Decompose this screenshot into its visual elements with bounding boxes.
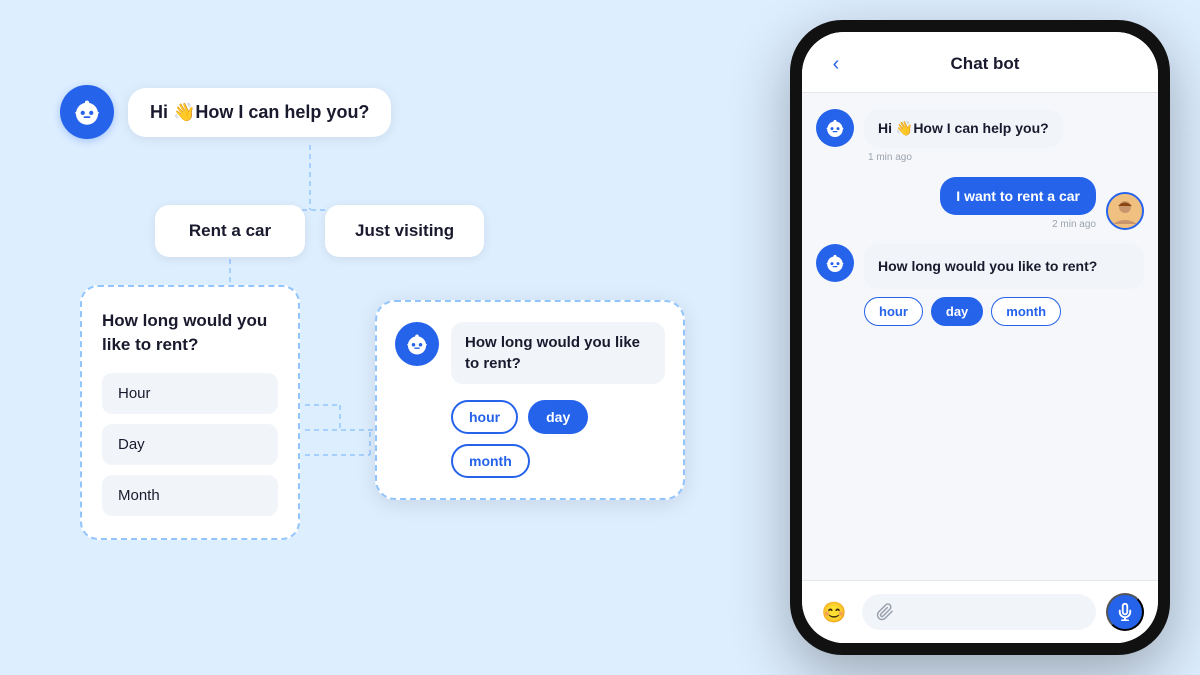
chat-day-btn[interactable]: day xyxy=(931,297,983,326)
chat-messages-area: Hi 👋How I can help you? 1 min ago I want… xyxy=(802,93,1158,580)
phone-outer-shell: ‹ Chat bot xyxy=(790,20,1170,655)
day-label: Day xyxy=(118,436,145,453)
phone-input-bar: 😊 xyxy=(802,580,1158,643)
bot-avatar-chat-1 xyxy=(816,109,854,147)
preview-bot-icon xyxy=(403,330,431,358)
options-row: Rent a car Just visiting xyxy=(155,205,484,257)
bot-question-bubble: How long would you like to rent? xyxy=(864,244,1144,289)
just-visiting-label: Just visiting xyxy=(355,221,454,240)
duration-month[interactable]: Month xyxy=(102,475,278,516)
user-msg-time-1: 2 min ago xyxy=(940,219,1096,230)
preview-hour-label: hour xyxy=(469,409,500,425)
greeting-bubble: Hi 👋How I can help you? xyxy=(128,88,391,137)
preview-day-btn[interactable]: day xyxy=(528,400,588,434)
duration-day[interactable]: Day xyxy=(102,424,278,465)
chat-preview-card: How long would you like to rent? hour da… xyxy=(375,300,685,500)
bot-msg-content-2: How long would you like to rent? hour da… xyxy=(864,244,1144,326)
chat-day-label: day xyxy=(946,304,968,319)
rent-a-car-option[interactable]: Rent a car xyxy=(155,205,305,257)
bot-avatar-chat-2 xyxy=(816,244,854,282)
bot-avatar-large xyxy=(60,85,114,139)
user-rent-bubble: I want to rent a car xyxy=(940,177,1096,215)
chat-duration-options: hour day month xyxy=(864,297,1144,326)
bot-msg-time-1: 1 min ago xyxy=(864,152,1144,163)
greeting-section: Hi 👋How I can help you? xyxy=(60,85,391,139)
flow-diagram: Hi 👋How I can help you? Rent a car Just … xyxy=(0,0,640,675)
bot-message-2: How long would you like to rent? hour da… xyxy=(816,244,1144,326)
back-arrow: ‹ xyxy=(833,53,840,76)
bot-message-1: Hi 👋How I can help you? 1 min ago xyxy=(816,109,1144,163)
chat-month-label: month xyxy=(1006,304,1046,319)
mic-button[interactable] xyxy=(1106,593,1144,631)
emoji-icon: 😊 xyxy=(822,600,847,625)
bot-msg-content-1: Hi 👋How I can help you? 1 min ago xyxy=(864,109,1144,163)
message-input-area[interactable] xyxy=(862,594,1096,630)
bot-icon xyxy=(70,95,104,129)
phone-header: ‹ Chat bot xyxy=(802,32,1158,93)
phone-screen: ‹ Chat bot xyxy=(802,32,1158,643)
rent-car-label: Rent a car xyxy=(189,221,271,240)
hour-label: Hour xyxy=(118,385,151,402)
user-rent-text: I want to rent a car xyxy=(956,188,1080,204)
preview-bot-question: How long would you like to rent? xyxy=(451,322,665,384)
user-avatar-image xyxy=(1108,194,1142,228)
microphone-icon xyxy=(1116,603,1134,621)
phone-title: Chat bot xyxy=(860,54,1110,74)
user-msg-content-1: I want to rent a car 2 min ago xyxy=(940,177,1096,230)
user-message-1: I want to rent a car 2 min ago xyxy=(816,177,1144,230)
preview-duration-buttons: hour day month xyxy=(451,400,665,478)
phone-mockup: ‹ Chat bot xyxy=(790,20,1170,655)
clip-icon xyxy=(876,603,894,621)
chat-month-btn[interactable]: month xyxy=(991,297,1061,326)
preview-bot-avatar xyxy=(395,322,439,366)
bot-greeting-bubble: Hi 👋How I can help you? xyxy=(864,109,1063,148)
preview-month-label: month xyxy=(469,453,512,469)
bot-chat-icon-1 xyxy=(823,116,847,140)
bot-question-text: How long would you like to rent? xyxy=(878,258,1097,274)
chat-hour-label: hour xyxy=(879,304,908,319)
bot-greeting-text: Hi 👋How I can help you? xyxy=(878,120,1049,136)
preview-day-label: day xyxy=(546,409,570,425)
paperclip-icon xyxy=(876,603,894,621)
how-long-title: How long would you like to rent? xyxy=(102,309,278,357)
duration-hour[interactable]: Hour xyxy=(102,373,278,414)
preview-bot-row: How long would you like to rent? xyxy=(395,322,665,384)
how-long-box: How long would you like to rent? Hour Da… xyxy=(80,285,300,540)
back-button[interactable]: ‹ xyxy=(822,50,850,78)
month-label: Month xyxy=(118,487,160,504)
greeting-text: Hi 👋How I can help you? xyxy=(150,102,369,122)
preview-month-btn[interactable]: month xyxy=(451,444,530,478)
preview-hour-btn[interactable]: hour xyxy=(451,400,518,434)
chat-hour-btn[interactable]: hour xyxy=(864,297,923,326)
bot-chat-icon-2 xyxy=(823,251,847,275)
just-visiting-option[interactable]: Just visiting xyxy=(325,205,484,257)
user-avatar xyxy=(1106,192,1144,230)
emoji-button[interactable]: 😊 xyxy=(816,594,852,630)
